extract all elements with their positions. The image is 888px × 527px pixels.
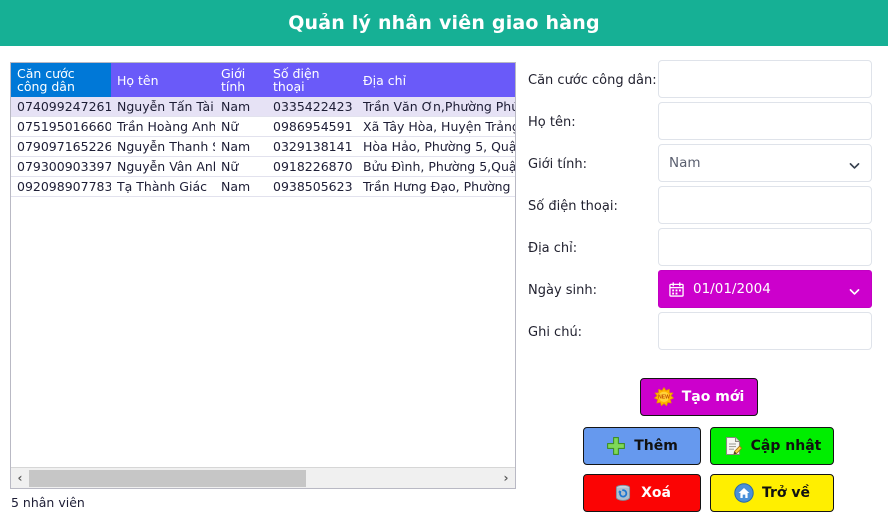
label-note: Ghi chú:: [528, 325, 583, 340]
home-icon: [734, 483, 754, 503]
table-row[interactable]: 092098907783 Tạ Thành Giác Nam 093850562…: [11, 176, 515, 197]
cell-gender: Nam: [215, 176, 267, 197]
cell-phone: 0335422423: [267, 97, 357, 117]
cell-id: 075195016660: [11, 116, 111, 137]
form-row-name: Họ tên:: [528, 102, 874, 144]
delete-button[interactable]: Xoá: [583, 474, 701, 512]
label-phone: Số điện thoại:: [528, 199, 618, 214]
form-row-id: Căn cước công dân:: [528, 60, 874, 102]
cell-name: Tạ Thành Giác: [111, 176, 215, 197]
svg-text:NEW: NEW: [658, 395, 670, 401]
table-row[interactable]: 075195016660 Trần Hoàng Anh Nữ 098695459…: [11, 116, 515, 137]
gender-selected-value: Nam: [669, 155, 701, 171]
new-button[interactable]: NEW Tạo mới: [640, 378, 758, 416]
page-title: Quản lý nhân viên giao hàng: [288, 12, 600, 34]
cell-phone: 0938505623: [267, 176, 357, 197]
scrollbar-track[interactable]: [29, 468, 497, 488]
column-header-address[interactable]: Địa chỉ: [357, 63, 515, 97]
cell-id: 079097165226: [11, 136, 111, 157]
cell-phone: 0329138141: [267, 136, 357, 157]
column-header-phone[interactable]: Số điện thoại: [267, 63, 357, 97]
label-id: Căn cước công dân:: [528, 73, 657, 88]
chevron-down-icon: [848, 283, 861, 296]
action-button-group: NEW Tạo mới Thêm Cập nhật Xoá Trở về: [528, 378, 874, 518]
add-button[interactable]: Thêm: [583, 427, 701, 465]
birthdate-picker[interactable]: 01/01/2004: [658, 270, 872, 308]
table-header-row: Căn cước công dân Họ tên Giới tính Số đi…: [11, 63, 515, 97]
cell-address: Hòa Hảo, Phường 5, Quận 8: [357, 136, 515, 157]
chevron-down-icon: [848, 157, 861, 170]
cell-address: Trần Hưng Đạo, Phường Lộc Sơn: [357, 176, 515, 197]
new-button-label: Tạo mới: [681, 389, 745, 405]
update-button-label: Cập nhật: [750, 438, 822, 454]
cell-name: Nguyễn Vân Anh: [111, 156, 215, 177]
note-input[interactable]: [658, 312, 872, 350]
grid-viewport: Căn cước công dân Họ tên Giới tính Số đi…: [11, 63, 515, 467]
cell-phone: 0986954591: [267, 116, 357, 137]
new-star-icon: NEW: [653, 387, 674, 407]
horizontal-scrollbar[interactable]: ‹ ›: [11, 467, 515, 488]
calendar-icon: [669, 281, 684, 297]
gender-select[interactable]: Nam: [658, 144, 872, 182]
column-header-id[interactable]: Căn cước công dân: [11, 63, 111, 97]
label-birthdate: Ngày sinh:: [528, 283, 598, 298]
add-button-label: Thêm: [634, 438, 678, 454]
table-row[interactable]: 074099247261 Nguyễn Tấn Tài Nam 03354224…: [11, 97, 515, 117]
scrollbar-thumb[interactable]: [29, 469, 306, 487]
cell-name: Nguyễn Tấn Tài: [111, 97, 215, 117]
cell-address: Bửu Đình, Phường 5,Quận 8: [357, 156, 515, 177]
column-header-name[interactable]: Họ tên: [111, 63, 215, 97]
name-input[interactable]: [658, 102, 872, 140]
id-input[interactable]: [658, 60, 872, 98]
edit-document-icon: [723, 436, 743, 456]
cell-gender: Nam: [215, 97, 267, 117]
cell-id: 079300903397: [11, 156, 111, 177]
cell-gender: Nữ: [215, 156, 267, 177]
cell-name: Trần Hoàng Anh: [111, 116, 215, 137]
form-row-birthdate: Ngày sinh: 01/01/2004: [528, 270, 874, 312]
table-body: 074099247261 Nguyễn Tấn Tài Nam 03354224…: [11, 97, 515, 197]
back-button[interactable]: Trở về: [710, 474, 834, 512]
plus-icon: [606, 436, 626, 456]
employee-form: Căn cước công dân: Họ tên: Giới tính: Na…: [528, 60, 874, 354]
app-window: Quản lý nhân viên giao hàng Căn cước côn…: [0, 0, 888, 527]
employee-table: Căn cước công dân Họ tên Giới tính Số đi…: [11, 63, 515, 197]
address-input[interactable]: [658, 228, 872, 266]
trash-icon: [613, 483, 633, 503]
record-count-status: 5 nhân viên: [11, 495, 85, 510]
cell-address: Trần Văn Ơn,Phường Phú Hòa: [357, 97, 515, 117]
title-bar: Quản lý nhân viên giao hàng: [0, 0, 888, 46]
table-row[interactable]: 079097165226 Nguyễn Thanh Sơn Nam 032913…: [11, 136, 515, 157]
birthdate-value: 01/01/2004: [693, 281, 771, 297]
form-row-address: Địa chỉ:: [528, 228, 874, 270]
form-row-phone: Số điện thoại:: [528, 186, 874, 228]
delete-button-label: Xoá: [641, 485, 671, 501]
form-row-note: Ghi chú:: [528, 312, 874, 354]
cell-phone: 0918226870: [267, 156, 357, 177]
phone-input[interactable]: [658, 186, 872, 224]
employee-table-panel: Căn cước công dân Họ tên Giới tính Số đi…: [10, 62, 516, 489]
label-address: Địa chỉ:: [528, 241, 578, 256]
scroll-left-icon[interactable]: ‹: [11, 468, 29, 488]
column-header-gender[interactable]: Giới tính: [215, 63, 267, 97]
form-row-gender: Giới tính: Nam: [528, 144, 874, 186]
update-button[interactable]: Cập nhật: [710, 427, 834, 465]
cell-gender: Nữ: [215, 116, 267, 137]
table-row[interactable]: 079300903397 Nguyễn Vân Anh Nữ 091822687…: [11, 156, 515, 177]
back-button-label: Trở về: [761, 485, 811, 501]
label-name: Họ tên:: [528, 115, 576, 130]
cell-gender: Nam: [215, 136, 267, 157]
cell-id: 074099247261: [11, 97, 111, 117]
cell-address: Xã Tây Hòa, Huyện Trảng Bom: [357, 116, 515, 137]
cell-id: 092098907783: [11, 176, 111, 197]
label-gender: Giới tính:: [528, 157, 587, 172]
cell-name: Nguyễn Thanh Sơn: [111, 136, 215, 157]
scroll-right-icon[interactable]: ›: [497, 468, 515, 488]
